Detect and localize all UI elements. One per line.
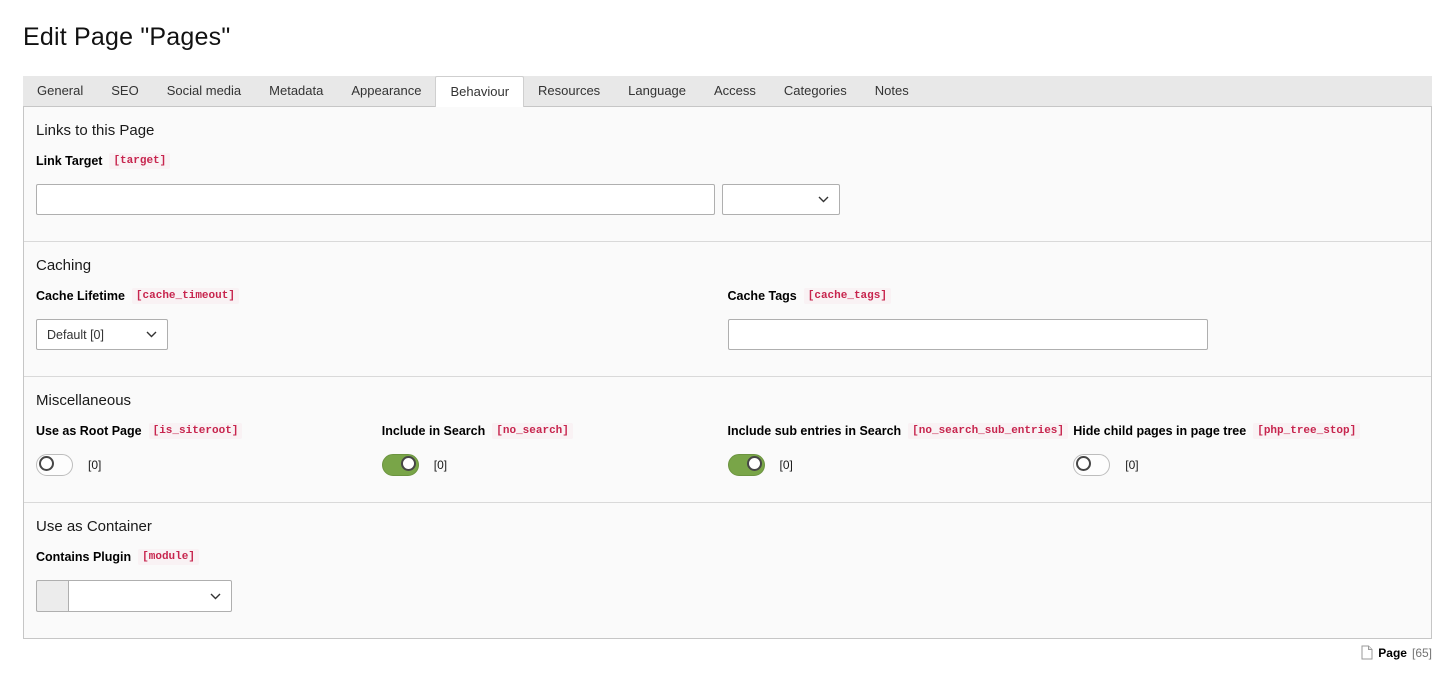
field-key: [cache_tags]	[804, 288, 891, 304]
field-key: [target]	[109, 153, 170, 169]
tab-seo[interactable]: SEO	[97, 76, 152, 106]
field-key: [is_siteroot]	[149, 423, 243, 439]
field-key: [no_search_sub_entries]	[908, 423, 1068, 439]
section-heading: Use as Container	[36, 518, 1419, 535]
include-sub-entries-toggle[interactable]	[728, 454, 765, 476]
section-miscellaneous: Miscellaneous Use as Root Page [is_siter…	[24, 376, 1431, 502]
section-use-as-container: Use as Container Contains Plugin [module…	[24, 502, 1431, 638]
link-target-select[interactable]	[722, 184, 840, 215]
tab-social-media[interactable]: Social media	[153, 76, 255, 106]
toggle-column-use-as-root-page: Use as Root Page [is_siteroot] [0]	[36, 423, 382, 476]
use-as-root-page-toggle[interactable]	[36, 454, 73, 476]
cache-lifetime-select[interactable]: Default [0]	[36, 319, 168, 350]
form-tabbar: General SEO Social media Metadata Appear…	[23, 76, 1432, 106]
contains-plugin-select[interactable]	[68, 580, 232, 612]
cache-tags-input[interactable]	[728, 319, 1208, 350]
label-text: Use as Root Page	[36, 424, 142, 438]
tab-metadata[interactable]: Metadata	[255, 76, 337, 106]
label-text: Cache Lifetime	[36, 289, 125, 303]
link-target-input[interactable]	[36, 184, 715, 215]
toggle-knob	[1076, 456, 1091, 471]
field-key: [module]	[138, 549, 199, 565]
field-label-cache-lifetime: Cache Lifetime [cache_timeout]	[36, 288, 728, 304]
field-label-no-search-sub-entries: Include sub entries in Search [no_search…	[728, 423, 1074, 439]
field-label-no-search: Include in Search [no_search]	[382, 423, 728, 439]
label-text: Link Target	[36, 154, 102, 168]
section-caching: Caching Cache Lifetime [cache_timeout] D…	[24, 241, 1431, 376]
chevron-down-icon	[146, 331, 157, 338]
field-label-contains-plugin: Contains Plugin [module]	[36, 549, 1419, 565]
tab-appearance[interactable]: Appearance	[337, 76, 435, 106]
section-heading: Miscellaneous	[36, 392, 1419, 409]
cache-tags-column: Cache Tags [cache_tags]	[728, 288, 1420, 350]
label-text: Include in Search	[382, 424, 486, 438]
toggle-knob	[401, 456, 416, 471]
record-type-label: Page	[1378, 646, 1407, 660]
toggle-value: [0]	[1125, 458, 1138, 472]
toggle-value: [0]	[434, 458, 447, 472]
toggle-column-include-in-search: Include in Search [no_search] [0]	[382, 423, 728, 476]
field-key: [no_search]	[492, 423, 573, 439]
field-label-is-siteroot: Use as Root Page [is_siteroot]	[36, 423, 382, 439]
toggle-knob	[39, 456, 54, 471]
tab-general[interactable]: General	[23, 76, 97, 106]
record-uid: [65]	[1412, 646, 1432, 660]
field-label-php-tree-stop: Hide child pages in page tree [php_tree_…	[1073, 423, 1419, 439]
toggle-column-hide-child-pages: Hide child pages in page tree [php_tree_…	[1073, 423, 1419, 476]
field-key: [php_tree_stop]	[1253, 423, 1360, 439]
field-label-cache-tags: Cache Tags [cache_tags]	[728, 288, 1420, 304]
selected-plugin-icon-box	[36, 580, 68, 612]
field-key: [cache_timeout]	[132, 288, 239, 304]
label-text: Hide child pages in page tree	[1073, 424, 1246, 438]
label-text: Cache Tags	[728, 289, 797, 303]
page-icon	[1361, 645, 1373, 660]
page-title: Edit Page "Pages"	[23, 23, 1432, 52]
chevron-down-icon	[818, 196, 829, 203]
toggle-value: [0]	[88, 458, 101, 472]
chevron-down-icon	[210, 593, 221, 600]
toggle-value: [0]	[780, 458, 793, 472]
section-heading: Links to this Page	[36, 122, 1419, 139]
toggle-column-include-sub-entries: Include sub entries in Search [no_search…	[728, 423, 1074, 476]
tab-categories[interactable]: Categories	[770, 76, 861, 106]
edit-form-page: Edit Page "Pages" General SEO Social med…	[0, 23, 1454, 639]
section-links-to-this-page: Links to this Page Link Target [target]	[24, 107, 1431, 241]
tab-access[interactable]: Access	[700, 76, 770, 106]
label-text: Include sub entries in Search	[728, 424, 902, 438]
section-heading: Caching	[36, 257, 1419, 274]
field-label-link-target: Link Target [target]	[36, 153, 1419, 169]
select-value: Default [0]	[47, 328, 104, 342]
tab-behaviour[interactable]: Behaviour	[435, 76, 524, 107]
tab-notes[interactable]: Notes	[861, 76, 923, 106]
hide-child-pages-toggle[interactable]	[1073, 454, 1110, 476]
tab-panel-behaviour: Links to this Page Link Target [target] …	[23, 106, 1432, 639]
include-in-search-toggle[interactable]	[382, 454, 419, 476]
tab-language[interactable]: Language	[614, 76, 700, 106]
tab-resources[interactable]: Resources	[524, 76, 614, 106]
cache-lifetime-column: Cache Lifetime [cache_timeout] Default […	[36, 288, 728, 350]
toggle-knob	[747, 456, 762, 471]
label-text: Contains Plugin	[36, 550, 131, 564]
